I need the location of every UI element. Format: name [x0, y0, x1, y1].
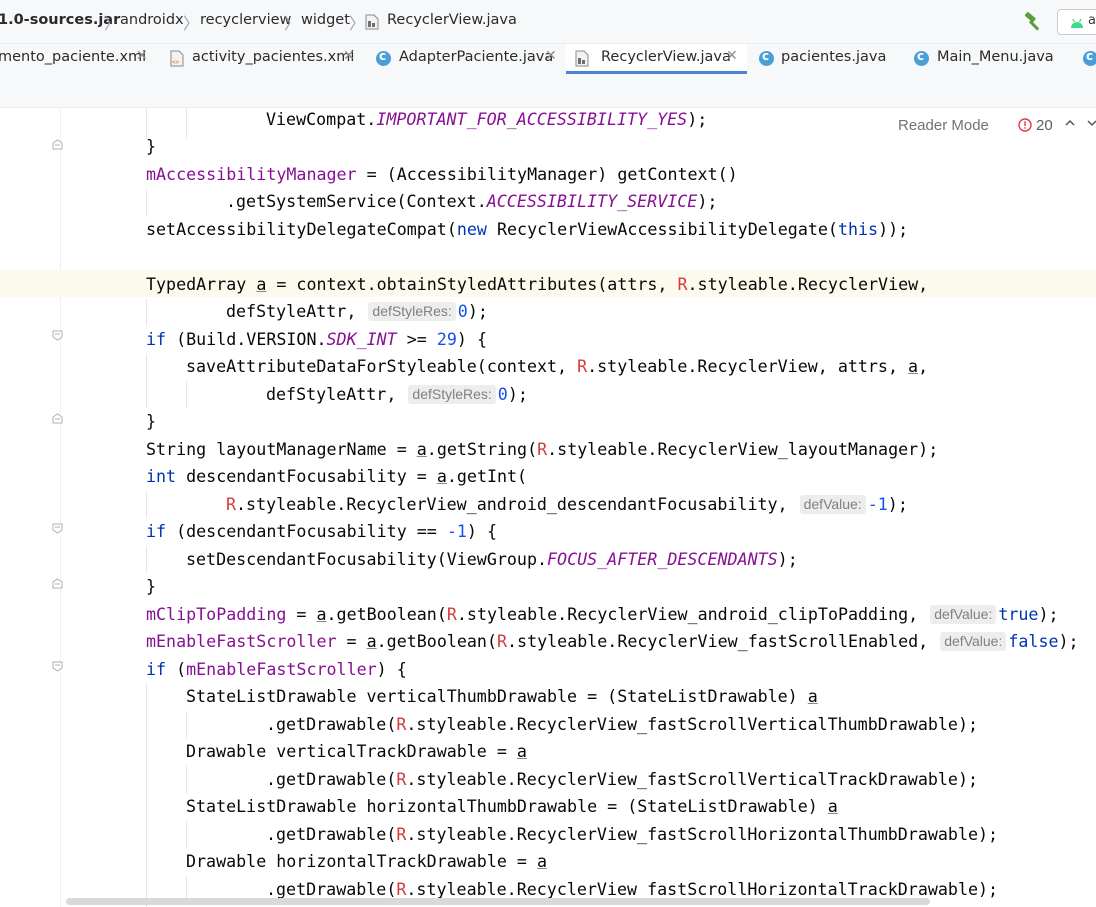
svg-text:<>: <>	[172, 59, 180, 66]
fold-end-icon[interactable]	[52, 578, 63, 589]
indent-guide	[186, 821, 187, 848]
fold-start-icon[interactable]	[52, 330, 63, 341]
indent-guide	[146, 491, 147, 518]
code-line: StateListDrawable horizontalThumbDrawabl…	[186, 797, 838, 816]
code-line: mClipToPadding = a.getBoolean(R.styleabl…	[146, 605, 1059, 624]
reader-mode-toggle[interactable]: Reader Mode	[898, 117, 989, 134]
close-icon[interactable]: ✕	[343, 48, 355, 64]
code-line: }	[146, 137, 157, 156]
hammer-build-icon[interactable]	[1022, 11, 1044, 33]
chevron-up-icon[interactable]	[1063, 116, 1077, 130]
tab-label: RecyclerView.java	[601, 49, 731, 65]
tab-label: mento_paciente.xml	[0, 49, 147, 65]
chevron-down-icon[interactable]	[1085, 116, 1096, 130]
code-line: int descendantFocusability = a.getInt(	[146, 467, 528, 486]
code-line: defStyleAttr, defStyleRes: 0);	[226, 302, 488, 321]
fold-start-icon[interactable]	[52, 661, 63, 672]
code-line: .getDrawable(R.styleable.RecyclerView_fa…	[266, 825, 999, 844]
run-configuration-selector[interactable]: a	[1057, 9, 1096, 35]
java-file-icon	[575, 50, 589, 67]
tab-pacientes-java[interactable]: pacientes.java	[749, 44, 907, 74]
tab-label: activity_pacientes.xml	[192, 49, 355, 65]
code-line: setDescendantFocusability(ViewGroup.FOCU…	[186, 550, 798, 569]
fold-end-icon[interactable]	[52, 139, 63, 150]
code-line: mEnableFastScroller = a.getBoolean(R.sty…	[146, 632, 1079, 651]
error-count[interactable]: 20	[1036, 117, 1053, 134]
indent-guide	[146, 683, 147, 907]
code-line: String layoutManagerName = a.getString(R…	[146, 440, 939, 459]
horizontal-scrollbar[interactable]	[66, 898, 930, 905]
code-line: .getSystemService(Context.ACCESSIBILITY_…	[226, 192, 718, 211]
indent-guide	[146, 299, 147, 326]
code-line: Drawable horizontalTrackDrawable = a	[186, 852, 548, 871]
indent-guide	[186, 381, 187, 408]
run-configuration-label: a	[1088, 13, 1096, 28]
code-line: Drawable verticalTrackDrawable = a	[186, 742, 527, 761]
editor-tab-bar: mento_paciente.xml ✕ <> activity_pacient…	[0, 44, 1096, 74]
navigation-bar: 1.0-sources.jar 〉 androidx 〉 recyclervie…	[0, 0, 1096, 44]
parameter-hint: defValue:	[930, 605, 997, 624]
close-icon[interactable]: ✕	[726, 48, 738, 64]
parameter-hint: defValue:	[799, 495, 866, 514]
code-line: StateListDrawable verticalThumbDrawable …	[186, 687, 818, 706]
code-line: if (Build.VERSION.SDK_INT >= 29) {	[146, 330, 487, 349]
tab-label: AdapterPaciente.java	[399, 49, 554, 65]
java-class-icon	[759, 49, 774, 66]
code-line: mAccessibilityManager = (AccessibilityMa…	[146, 165, 738, 184]
code-line: if (mEnableFastScroller) {	[146, 660, 407, 679]
code-line: R.styleable.RecyclerView_android_descend…	[226, 495, 908, 514]
breadcrumb-separator-icon: 〉	[349, 14, 366, 33]
editor-gutter	[0, 108, 61, 907]
parameter-hint: defStyleRes:	[368, 302, 456, 321]
code-editor[interactable]: ViewCompat.IMPORTANT_FOR_ACCESSIBILITY_Y…	[0, 108, 1096, 907]
tab-overflow[interactable]	[1080, 44, 1096, 74]
editor-toolbar-strip	[0, 74, 1096, 108]
code-line: }	[146, 412, 157, 431]
java-class-icon	[1083, 49, 1096, 66]
tab-label: pacientes.java	[781, 49, 887, 65]
tab-recyclerview-java[interactable]: RecyclerView.java ✕	[566, 44, 747, 74]
java-class-icon	[914, 49, 929, 66]
code-line: }	[146, 577, 157, 596]
code-line: if (descendantFocusability == -1) {	[146, 522, 498, 541]
xml-file-icon: <>	[170, 50, 184, 67]
indent-guide	[146, 546, 147, 573]
close-icon[interactable]: ✕	[136, 48, 148, 64]
indent-guide	[186, 108, 187, 138]
breadcrumb-recyclerview[interactable]: recyclerview	[200, 12, 291, 28]
code-line: ViewCompat.IMPORTANT_FOR_ACCESSIBILITY_Y…	[266, 110, 708, 129]
indent-guide	[146, 190, 147, 217]
tab-main-menu-java[interactable]: Main_Menu.java	[907, 44, 1079, 74]
parameter-hint: defStyleRes:	[408, 385, 496, 404]
java-class-icon	[376, 49, 391, 66]
code-line: .getDrawable(R.styleable.RecyclerView_fa…	[266, 770, 978, 789]
android-icon	[1071, 18, 1083, 28]
indent-guide	[146, 354, 147, 408]
code-line: defStyleAttr, defStyleRes: 0);	[266, 385, 528, 404]
tab-activity-pacientes-xml[interactable]: <> activity_pacientes.xml ✕	[160, 44, 362, 74]
indent-guide	[186, 711, 187, 738]
close-icon[interactable]: ✕	[545, 48, 557, 64]
code-line: .getDrawable(R.styleable.RecyclerView_fa…	[266, 715, 978, 734]
tab-adapterpaciente-java[interactable]: AdapterPaciente.java ✕	[364, 44, 564, 74]
error-icon[interactable]	[1018, 118, 1032, 132]
indent-guide	[186, 766, 187, 793]
class-file-icon	[365, 14, 379, 30]
tab-mento-paciente-xml[interactable]: mento_paciente.xml ✕	[0, 44, 158, 74]
code-line: saveAttributeDataForStyleable(context, R…	[186, 357, 929, 376]
breadcrumb-file[interactable]: RecyclerView.java	[387, 12, 517, 28]
fold-start-icon[interactable]	[52, 523, 63, 534]
parameter-hint: defValue:	[940, 632, 1007, 651]
tab-label: Main_Menu.java	[937, 49, 1054, 65]
fold-end-icon[interactable]	[52, 413, 63, 424]
breadcrumb-separator-icon: 〉	[284, 14, 301, 33]
breadcrumb-separator-icon: 〉	[104, 14, 121, 33]
breadcrumb-androidx[interactable]: androidx	[120, 12, 184, 28]
breadcrumb-separator-icon: 〉	[183, 14, 200, 33]
breadcrumb-jar[interactable]: 1.0-sources.jar	[0, 12, 120, 28]
breadcrumb-widget[interactable]: widget	[301, 12, 350, 28]
code-line: setAccessibilityDelegateCompat(new Recyc…	[146, 220, 909, 239]
code-line: TypedArray a = context.obtainStyledAttri…	[146, 275, 929, 294]
